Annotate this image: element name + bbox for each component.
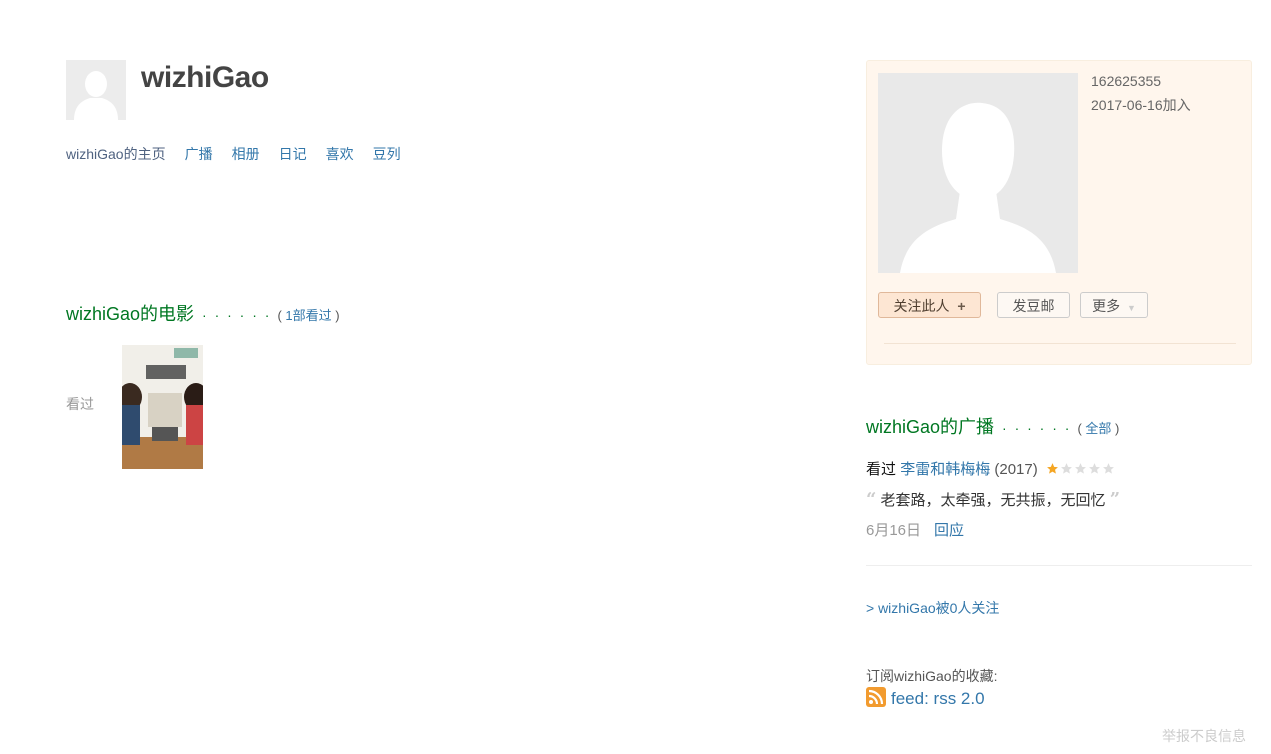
star-empty-icon [1060, 463, 1072, 474]
movies-count-link[interactable]: 1部看过 [285, 308, 331, 323]
nav-doulist[interactable]: 豆列 [373, 144, 401, 164]
broadcast-section-header: wizhiGao的广播 · · · · · · ( 全部 ) [866, 413, 1119, 439]
star-empty-icon [1088, 463, 1100, 474]
broadcast-movie-link[interactable]: 李雷和韩梅梅 [900, 461, 990, 478]
movie-poster-image [122, 345, 203, 469]
chevron-down-icon: ▼ [1126, 303, 1136, 313]
rss-feed: feed: rss 2.0 [866, 687, 985, 709]
quote-close-icon: ” [1109, 489, 1121, 510]
divider [866, 565, 1252, 566]
broadcast-status: 看过 李雷和韩梅梅 (2017) [866, 458, 1115, 479]
broadcast-comment: “ 老套路，太牵强，无共振，无回忆 ” [866, 489, 1120, 510]
nav-album[interactable]: 相册 [232, 144, 260, 164]
rss-feed-link[interactable]: feed: rss 2.0 [891, 689, 985, 708]
followers-link[interactable]: > wizhiGao被0人关注 [866, 598, 999, 618]
profile-avatar[interactable] [878, 73, 1078, 273]
user-avatar[interactable] [66, 60, 126, 120]
section-dots: · · · · · · [202, 307, 272, 323]
quote-open-icon: “ [866, 489, 877, 510]
report-link[interactable]: 举报不良信息 [1162, 726, 1246, 746]
follow-button-label: 关注此人 [893, 298, 950, 314]
follow-button[interactable]: 关注此人 + [878, 292, 981, 318]
broadcast-action: 看过 [866, 461, 897, 478]
nav-home[interactable]: wizhiGao的主页 [66, 144, 166, 164]
profile-nav: wizhiGao的主页 广播 相册 日记 喜欢 豆列 [66, 144, 401, 164]
divider [884, 343, 1236, 344]
user-id: 162625355 [1091, 73, 1162, 89]
broadcast-all: ( 全部 ) [1077, 421, 1120, 436]
join-date: 2017-06-16加入 [1091, 97, 1191, 113]
movies-count: ( 1部看过 ) [277, 308, 340, 323]
broadcast-meta: 6月16日 回应 [866, 519, 964, 540]
nav-likes[interactable]: 喜欢 [326, 144, 354, 164]
star-empty-icon [1074, 463, 1086, 474]
star-empty-icon [1102, 463, 1114, 474]
more-button[interactable]: 更多 ▼ [1080, 292, 1148, 318]
default-avatar-icon [66, 60, 126, 120]
broadcast-year: (2017) [994, 461, 1038, 478]
broadcast-section-title: wizhiGao的广播 [866, 417, 995, 437]
movies-section-title: wizhiGao的电影 [66, 304, 195, 324]
subscribe-label: 订阅wizhiGao的收藏: [866, 668, 998, 684]
broadcast-date: 6月16日 [866, 522, 922, 539]
movie-poster[interactable] [122, 345, 203, 469]
rss-icon [866, 687, 886, 707]
section-dots: · · · · · · [1002, 420, 1072, 436]
star-filled-icon [1046, 463, 1058, 474]
watched-label: 看过 [66, 396, 94, 412]
plus-icon: + [957, 298, 966, 314]
send-mail-button[interactable]: 发豆邮 [997, 292, 1070, 318]
nav-diary[interactable]: 日记 [279, 144, 307, 164]
nav-broadcast[interactable]: 广播 [185, 144, 213, 164]
more-button-label: 更多 [1092, 298, 1121, 314]
movies-section-header: wizhiGao的电影 · · · · · · ( 1部看过 ) [66, 300, 340, 326]
reply-link[interactable]: 回应 [934, 522, 964, 539]
page-title: wizhiGao [141, 61, 269, 94]
rating-stars [1046, 462, 1115, 475]
comment-text: 老套路，太牵强，无共振，无回忆 [880, 492, 1106, 509]
broadcast-all-link[interactable]: 全部 [1085, 421, 1111, 436]
default-avatar-icon [878, 73, 1078, 273]
